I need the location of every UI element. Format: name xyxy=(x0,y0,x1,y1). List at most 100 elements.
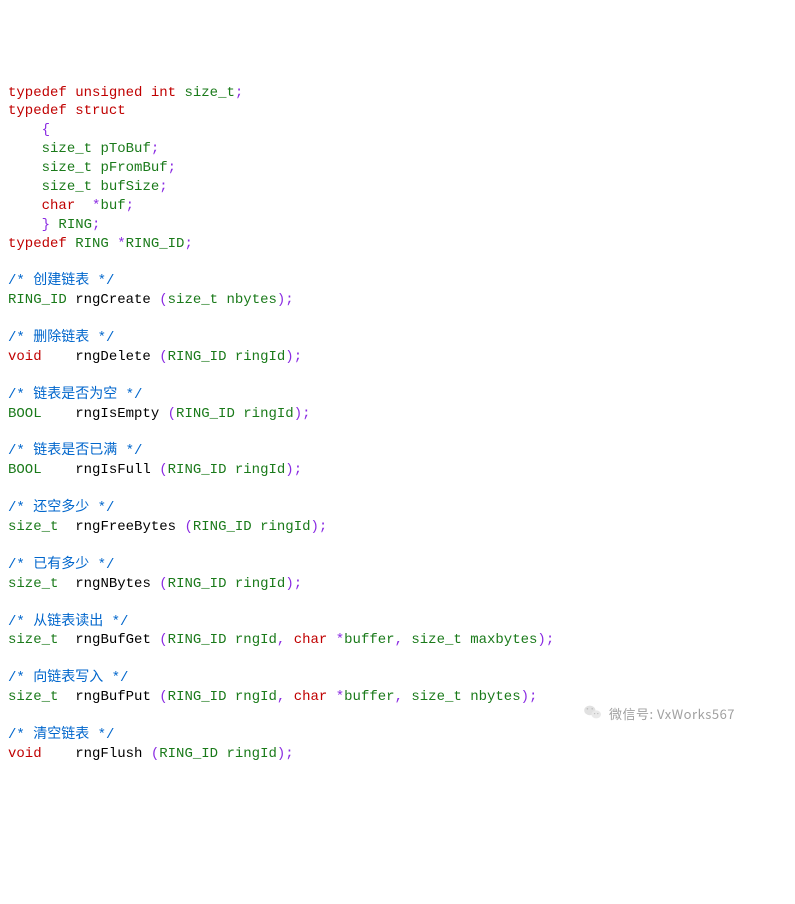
code-token: ; xyxy=(235,85,243,101)
code-token: size_t xyxy=(411,689,461,705)
code-token: RING_ID xyxy=(168,689,227,705)
code-token: size_t xyxy=(42,141,92,157)
code-token: BOOL xyxy=(8,462,42,478)
code-token: ringId xyxy=(260,519,310,535)
code-token: RING_ID xyxy=(126,236,185,252)
code-token: size_t xyxy=(42,179,92,195)
code-line: /* 链表是否为空 */ xyxy=(8,386,787,405)
code-token: RING xyxy=(75,236,109,252)
code-token: rngId xyxy=(235,632,277,648)
code-token: ringId xyxy=(235,462,285,478)
code-line: size_t rngFreeBytes (RING_ID ringId); xyxy=(8,518,787,537)
code-token xyxy=(285,632,293,648)
code-token: { xyxy=(42,122,50,138)
code-token xyxy=(67,236,75,252)
code-token: ( xyxy=(151,746,159,762)
code-token xyxy=(226,349,234,365)
code-token: RING_ID xyxy=(168,349,227,365)
code-line: typedef struct xyxy=(8,102,787,121)
code-line: /* 链表是否已满 */ xyxy=(8,442,787,461)
code-token: bufSize xyxy=(100,179,159,195)
code-line: void rngFlush (RING_ID ringId); xyxy=(8,745,787,764)
code-line xyxy=(8,650,787,669)
code-token: size_t xyxy=(42,160,92,176)
code-token: /* 还空多少 */ xyxy=(8,500,114,516)
code-token: * xyxy=(336,689,344,705)
code-token xyxy=(151,292,159,308)
code-line: size_t rngNBytes (RING_ID ringId); xyxy=(8,575,787,594)
code-token: buf xyxy=(100,198,125,214)
code-token xyxy=(67,292,75,308)
code-token: unsigned xyxy=(75,85,142,101)
code-token: ( xyxy=(159,576,167,592)
code-line xyxy=(8,310,787,329)
code-token: size_t xyxy=(411,632,461,648)
code-token: void xyxy=(8,746,42,762)
code-token: size_t xyxy=(8,519,58,535)
code-line: size_t pToBuf; xyxy=(8,140,787,159)
code-token: char xyxy=(294,689,328,705)
code-token: buffer xyxy=(344,689,394,705)
code-token: ( xyxy=(184,519,192,535)
code-token xyxy=(67,103,75,119)
code-token: rngIsEmpty xyxy=(75,406,159,422)
code-token: rngDelete xyxy=(75,349,151,365)
code-token: /* 从链表读出 */ xyxy=(8,614,128,630)
code-token: size_t xyxy=(8,689,58,705)
code-token: ( xyxy=(159,632,167,648)
code-token xyxy=(327,632,335,648)
code-token: rngIsFull xyxy=(75,462,151,478)
code-token: rngBufGet xyxy=(75,632,151,648)
code-token: * xyxy=(336,632,344,648)
watermark-text: 微信号: VxWorks567 xyxy=(609,705,735,723)
code-line: /* 清空链表 */ xyxy=(8,726,787,745)
code-token xyxy=(8,122,42,138)
code-line: /* 创建链表 */ xyxy=(8,272,787,291)
code-token xyxy=(462,632,470,648)
code-token xyxy=(8,217,42,233)
code-token: size_t xyxy=(168,292,218,308)
code-token: ); xyxy=(311,519,328,535)
code-token: rngFlush xyxy=(75,746,142,762)
code-token xyxy=(226,632,234,648)
code-line: size_t bufSize; xyxy=(8,178,787,197)
code-token: RING_ID xyxy=(159,746,218,762)
code-line: } RING; xyxy=(8,216,787,235)
code-token: } xyxy=(42,217,50,233)
code-line: /* 还空多少 */ xyxy=(8,499,787,518)
code-line: size_t pFromBuf; xyxy=(8,159,787,178)
code-token: char xyxy=(42,198,76,214)
code-token xyxy=(8,198,42,214)
code-token xyxy=(235,406,243,422)
code-token: ( xyxy=(159,292,167,308)
code-token: ); xyxy=(277,292,294,308)
code-token: RING_ID xyxy=(176,406,235,422)
code-token xyxy=(109,236,117,252)
code-token: size_t xyxy=(8,632,58,648)
code-line: /* 删除链表 */ xyxy=(8,329,787,348)
code-token: ); xyxy=(285,462,302,478)
code-token: nbytes xyxy=(226,292,276,308)
code-token: * xyxy=(117,236,125,252)
code-token: /* 创建链表 */ xyxy=(8,273,114,289)
code-token xyxy=(142,85,150,101)
code-token: size_t xyxy=(184,85,234,101)
code-token: ; xyxy=(184,236,192,252)
code-token: pFromBuf xyxy=(100,160,167,176)
code-token: BOOL xyxy=(8,406,42,422)
code-token xyxy=(226,689,234,705)
code-line: typedef unsigned int size_t; xyxy=(8,84,787,103)
code-line: /* 从链表读出 */ xyxy=(8,613,787,632)
code-token: int xyxy=(151,85,176,101)
code-token: ; xyxy=(168,160,176,176)
code-token xyxy=(58,689,75,705)
code-token xyxy=(226,462,234,478)
code-line: RING_ID rngCreate (size_t nbytes); xyxy=(8,291,787,310)
code-token: ); xyxy=(294,406,311,422)
code-token: ringId xyxy=(226,746,276,762)
code-line xyxy=(8,367,787,386)
code-token: buffer xyxy=(344,632,394,648)
code-token: RING_ID xyxy=(168,462,227,478)
code-token: , xyxy=(395,689,403,705)
watermark: 微信号: VxWorks567 xyxy=(583,704,735,724)
